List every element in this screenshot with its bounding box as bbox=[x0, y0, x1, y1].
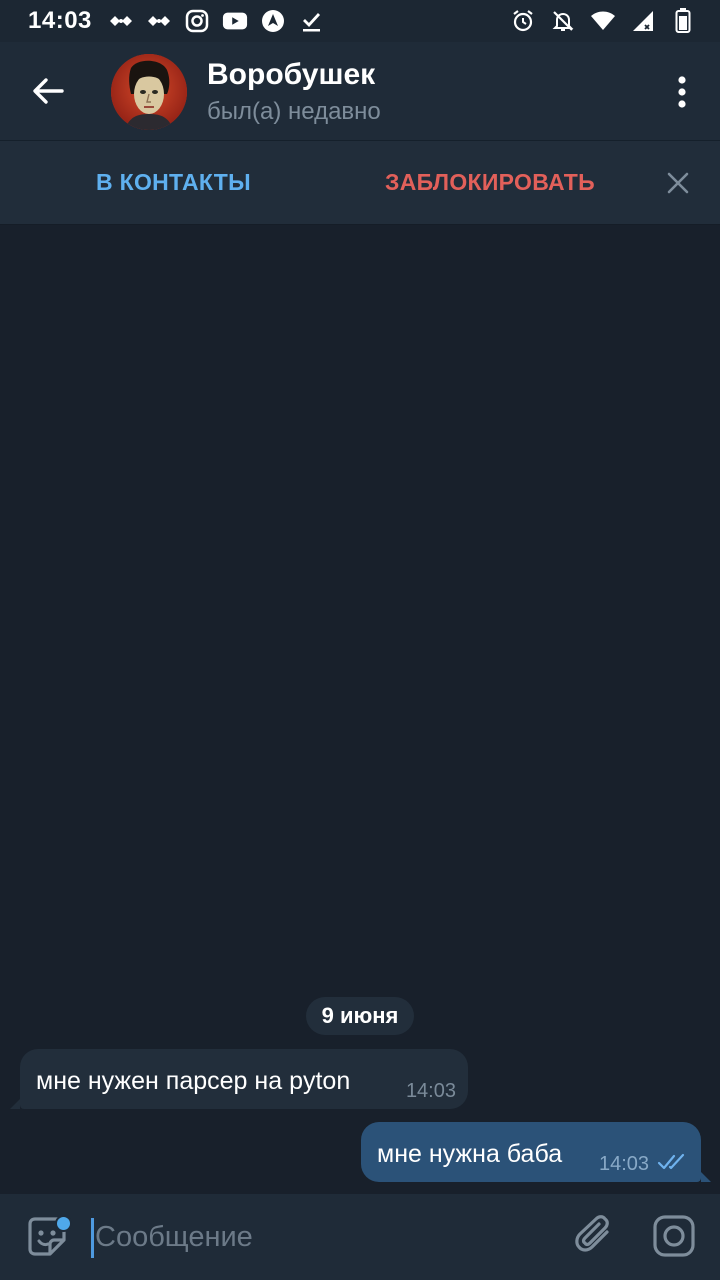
download-done-icon bbox=[298, 8, 324, 34]
last-seen-status: был(а) недавно bbox=[207, 98, 381, 125]
app-notification-icon bbox=[108, 8, 134, 34]
more-vertical-icon bbox=[678, 76, 686, 108]
system-icons bbox=[510, 8, 696, 34]
outgoing-message[interactable]: мне нужна баба 14:03 bbox=[361, 1122, 711, 1182]
add-to-contacts-button[interactable]: В КОНТАКТЫ bbox=[96, 169, 251, 196]
block-user-button[interactable]: ЗАБЛОКИРОВАТЬ bbox=[385, 169, 595, 196]
text-cursor bbox=[91, 1218, 94, 1258]
app-notification-icon bbox=[146, 8, 172, 34]
chat-header: Воробушек был(а) недавно bbox=[0, 42, 720, 141]
attach-button[interactable] bbox=[574, 1214, 616, 1256]
read-checkmarks-icon bbox=[657, 1153, 685, 1170]
close-action-bar-button[interactable] bbox=[664, 169, 692, 197]
signal-icon bbox=[630, 8, 656, 34]
new-stickers-badge bbox=[55, 1215, 72, 1232]
contact-action-bar: В КОНТАКТЫ ЗАБЛОКИРОВАТЬ bbox=[0, 141, 720, 225]
wifi-icon bbox=[590, 8, 616, 34]
arrow-left-icon bbox=[33, 78, 64, 104]
mute-notifications-icon bbox=[550, 8, 576, 34]
notification-icons bbox=[108, 8, 324, 34]
chat-title[interactable]: Воробушек bbox=[207, 58, 375, 92]
paperclip-icon bbox=[575, 1215, 609, 1252]
incoming-message[interactable]: мне нужен парсер на pyton 14:03 bbox=[10, 1049, 468, 1109]
message-time: 14:03 bbox=[405, 1080, 456, 1102]
camera-icon bbox=[653, 1215, 695, 1257]
status-bar: 14:03 bbox=[0, 0, 720, 42]
back-button[interactable] bbox=[22, 68, 74, 114]
date-separator: 9 июня bbox=[306, 997, 414, 1035]
youtube-icon bbox=[222, 8, 248, 34]
battery-icon bbox=[670, 8, 696, 34]
message-text: мне нужен парсер на pyton bbox=[36, 1067, 351, 1095]
navigation-icon bbox=[260, 8, 286, 34]
message-input[interactable] bbox=[95, 1216, 555, 1258]
bubble-tail bbox=[701, 1172, 711, 1182]
alarm-icon bbox=[510, 8, 536, 34]
close-icon bbox=[667, 172, 689, 194]
message-composer bbox=[0, 1194, 720, 1280]
instagram-icon bbox=[184, 8, 210, 34]
avatar[interactable] bbox=[111, 54, 187, 130]
message-time: 14:03 bbox=[599, 1153, 650, 1175]
status-time: 14:03 bbox=[28, 7, 92, 34]
bubble-tail bbox=[10, 1099, 20, 1109]
camera-button[interactable] bbox=[652, 1214, 696, 1258]
more-menu-button[interactable] bbox=[666, 70, 698, 114]
message-text: мне нужна баба bbox=[377, 1140, 563, 1168]
